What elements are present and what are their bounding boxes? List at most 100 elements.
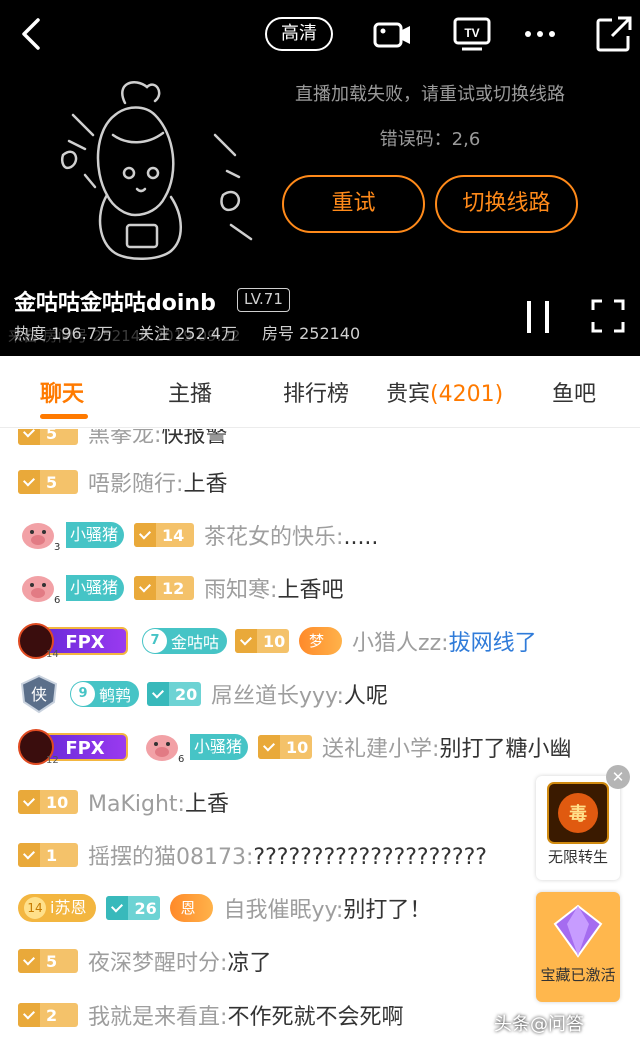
chat-text: 上香 [184,792,229,817]
user-level-badge: 20 [147,682,202,706]
chat-message: FPX 12 6 小骚猪 10 送礼建小学:别打了糖小幽 [18,727,571,767]
source-watermark: 头条@问答 [494,1014,584,1035]
retry-button[interactable]: 重试 [282,175,425,233]
close-icon[interactable]: ✕ [606,765,630,789]
video-record-icon[interactable] [372,14,412,54]
switch-line-button[interactable]: 切换线路 [435,175,578,233]
tab-anchor[interactable]: 主播 [168,376,212,408]
chat-text: 别打了！ [343,898,432,923]
game-promo-widget[interactable]: 毒 无限转生 [536,776,620,880]
anchor-level-badge: LV.71 [237,288,290,312]
fan-club-tag: 小骚猪 [66,575,125,601]
chat-text: 凉了 [227,951,272,976]
chat-message: 5 夜深梦醒时分:凉了 [18,941,271,981]
fan-badge-gold: 14 i苏恩 [18,894,97,922]
error-message: 直播加载失败，请重试或切换线路 [295,84,565,105]
fan-club-tag: 小骚猪 [190,734,249,760]
room-stats: 热度 196.7万 关注 252.4万 房号 252140 [14,320,380,344]
room-number: 房号 252140 [262,324,361,343]
chat-message: FPX 14 7 金咕咕 10 梦 小猎人zz:拔网线了 [18,621,537,661]
svg-text:侠: 侠 [31,685,47,704]
chat-username[interactable]: 雨知寒 [204,578,270,603]
user-level-badge: 5 [18,470,78,494]
room-tabs: 聊天 主播 排行榜 贵宾(4201) 鱼吧 [0,356,640,428]
tab-fishbar[interactable]: 鱼吧 [552,376,596,408]
poison-game-icon: 毒 [547,782,609,844]
chat-text: 快报警 [161,429,228,448]
user-level-badge: 2 [18,1003,78,1027]
chat-message: 14 i苏恩 26 恩 自我催眠yy:别打了！ [18,888,431,928]
hero-shield-icon: 侠 [20,674,58,714]
follow-count: 关注 252.4万 [138,324,237,343]
pig-avatar-icon: 3 [22,523,60,552]
user-level-badge: 10 [258,735,313,759]
svg-text:6: 6 [178,754,184,764]
user-level-badge: 5 [18,949,78,973]
share-icon[interactable] [594,14,634,54]
tab-rank[interactable]: 排行榜 [283,376,349,408]
fan-badge: 9 鹌鹑 [70,681,140,707]
chat-message: 2 我就是来看直:不作死就不会死啊 [18,995,403,1035]
chat-text: 上香 [183,472,228,497]
treasure-label: 宝藏已激活 [540,966,616,984]
vip-count: (4201) [430,382,504,407]
chat-username[interactable]: 屌丝道长yyy [211,684,336,709]
more-options-icon[interactable] [520,14,560,54]
fpx-team-badge: FPX 12 [18,729,130,766]
fan-badge: 7 金咕咕 [142,628,228,654]
mascot-illustration [61,81,253,260]
tab-chat[interactable]: 聊天 [40,376,84,408]
user-level-badge: 12 [134,576,195,600]
chat-username[interactable]: 唔影随行 [88,472,176,497]
user-level-badge: 14 [134,523,195,547]
chat-message: 1 摇摆的猫08173:???????????????????? [18,835,487,875]
tab-vip[interactable]: 贵宾(4201) [386,376,503,408]
user-level-badge: 10 [235,629,290,653]
chat-message: 5 黑拳龙:快报警 [18,429,227,453]
chat-text: 拔网线了 [448,631,537,656]
chat-username[interactable]: 茶花女的快乐 [204,525,336,550]
heat-count: 热度 196.7万 [14,324,113,343]
svg-text:3: 3 [54,542,60,552]
noble-badge: 恩 [170,894,214,922]
pause-icon[interactable] [522,298,554,336]
chat-username[interactable]: 小猎人zz [352,631,441,656]
user-level-badge: 26 [106,896,161,920]
fan-club-tag: 小骚猪 [66,522,125,548]
noble-badge: 梦 [299,627,343,655]
user-level-badge: 5 [18,429,78,445]
chat-text: ???????????????????? [253,845,487,870]
back-arrow-icon[interactable] [14,14,50,54]
chat-username[interactable]: 摇摆的猫08173 [88,845,246,870]
user-level-badge: 10 [18,790,78,814]
fullscreen-icon[interactable] [590,298,626,334]
chat-username[interactable]: 夜深梦醒时分 [88,951,220,976]
chat-message: 6 小骚猪 12 雨知寒:上香吧 [18,568,343,608]
chat-username[interactable]: MaKight [88,792,178,817]
chat-username[interactable]: 我就是来看直 [88,1005,220,1030]
chat-text: 不作死就不会死啊 [227,1005,404,1030]
tab-vip-label: 贵宾 [386,382,431,407]
error-code: 错误码：2,6 [379,129,481,150]
svg-text:6: 6 [54,595,60,605]
treasure-widget[interactable]: 宝藏已激活 [536,892,620,1002]
chat-text: ..... [343,525,379,550]
chat-message: 10 MaKight:上香 [18,782,229,822]
chat-message: 3 小骚猪 14 茶花女的快乐:..... [18,515,378,555]
active-tab-indicator [40,414,88,419]
tv-cast-icon[interactable]: TV [452,14,492,54]
svg-text:TV: TV [464,26,479,40]
player-topbar: 高清 TV [0,0,640,68]
chat-message: 侠 9 鹌鹑 20 屌丝道长yyy:人呢 [18,674,388,714]
chat-username[interactable]: 自我催眠yy [223,898,335,923]
video-player: 高清 TV 直播加载失败，请重试或切换线路 错误码：2,6 重试 切换线路 来自… [0,0,640,356]
hd-quality-button[interactable]: 高清 [265,17,333,51]
chat-text: 上香吧 [277,578,344,603]
room-title: 金咕咕金咕咕doinb [14,291,216,316]
chat-username[interactable]: 黑拳龙 [88,429,154,448]
chat-message: 5 唔影随行:上香 [18,462,227,502]
svg-text:毒: 毒 [569,803,587,825]
chat-username[interactable]: 送礼建小学 [322,737,432,762]
pig-avatar-icon: 6 [22,576,60,605]
pig-avatar-icon: 6 [146,735,184,764]
